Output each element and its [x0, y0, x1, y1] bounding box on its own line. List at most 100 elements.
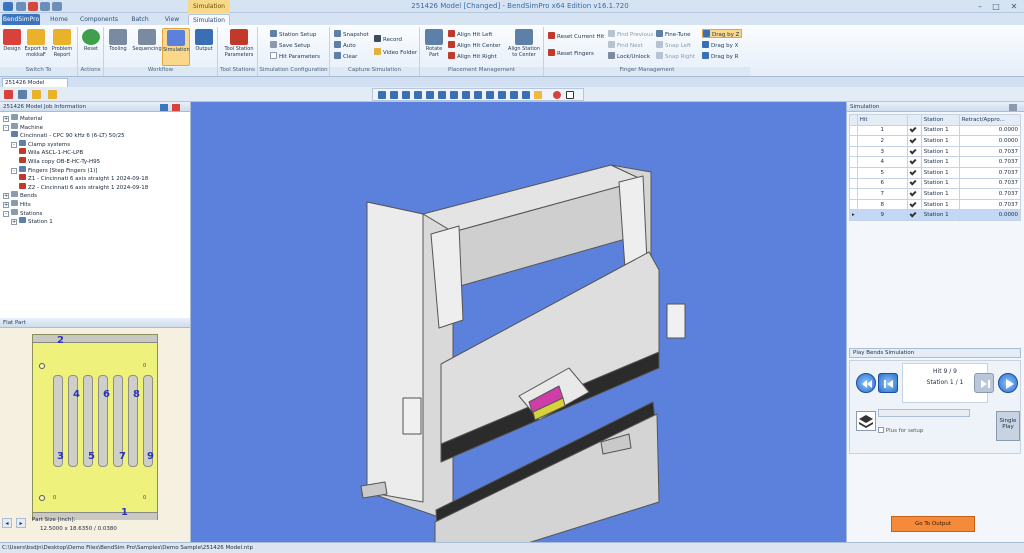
expand-toggle-icon[interactable]: - [3, 210, 9, 217]
zoom-in-icon[interactable] [486, 91, 494, 99]
drag-by-r-button[interactable]: Drag by R [702, 52, 738, 61]
settings-icon[interactable] [18, 90, 27, 99]
snapshot-button[interactable]: Snapshot [334, 30, 369, 39]
problem-report-button[interactable]: Problem Report [50, 28, 74, 66]
play-button[interactable] [998, 373, 1018, 393]
bend-label[interactable]: 8 [133, 389, 140, 400]
clear-button[interactable]: Clear [334, 52, 357, 61]
save-icon[interactable] [28, 2, 38, 11]
table-row[interactable]: 2 Station 1 0.0000 [849, 135, 1022, 147]
rotate-view-icon[interactable] [522, 91, 530, 99]
tab-home[interactable]: Home [44, 14, 74, 25]
record-dot-icon[interactable] [553, 91, 561, 99]
column-header-icon[interactable] [906, 114, 922, 126]
bend-label[interactable]: 3 [57, 451, 64, 462]
tool-station-parameters-button[interactable]: Tool Station Parameters [222, 28, 256, 66]
video-folder-button[interactable]: Video Folder [374, 48, 417, 57]
table-row[interactable]: 8 Station 1 0.7037 [849, 198, 1022, 211]
expand-toggle-icon[interactable]: + [3, 116, 9, 122]
panel-pin-icon[interactable] [1009, 104, 1017, 111]
output-button[interactable]: Output [192, 28, 216, 66]
tool-icon[interactable] [4, 90, 13, 99]
view-front-icon[interactable] [378, 91, 386, 99]
auto-button[interactable]: Auto [334, 41, 356, 50]
table-row[interactable]: 1 Station 1 0.0000 [849, 124, 1022, 137]
open-icon[interactable] [16, 2, 26, 11]
station-setup-button[interactable]: Station Setup [270, 30, 316, 39]
tab-components[interactable]: Components [76, 14, 122, 25]
snap-left-button[interactable]: Snap Left [656, 41, 691, 50]
single-play-button[interactable]: Single Play [996, 411, 1020, 441]
view-right-icon[interactable] [414, 91, 422, 99]
fine-tune-button[interactable]: Fine-Tune [656, 30, 691, 39]
lock-unlock-button[interactable]: Lock/Unlock [608, 52, 650, 61]
drag-by-z-button[interactable]: Drag by Z [702, 29, 743, 38]
print-icon[interactable] [40, 2, 50, 11]
close-icon[interactable]: ✕ [1008, 1, 1020, 12]
save-setup-button[interactable]: Save Setup [270, 41, 310, 50]
view-bottom-icon[interactable] [438, 91, 446, 99]
flat-part-drawing[interactable]: 0 0 0 2 4 6 8 3 5 7 9 1 [32, 334, 158, 520]
simulation-button[interactable]: Simulation [162, 28, 190, 66]
tree-node[interactable]: Z2 - Cincinnati 6 axis straight 1 2024-0… [19, 182, 148, 192]
bend-label[interactable]: 1 [121, 507, 128, 518]
hit-parameters-button[interactable]: Hit Parameters [270, 52, 320, 61]
export-button[interactable]: Export to mokkaF [24, 28, 48, 66]
maximize-icon[interactable]: □ [990, 1, 1002, 12]
panel-option-icon[interactable] [160, 104, 168, 111]
table-row[interactable]: 6 Station 1 0.7037 [849, 177, 1022, 190]
pan-icon[interactable] [510, 91, 518, 99]
expand-toggle-icon[interactable]: - [11, 141, 17, 148]
step-back-button[interactable] [878, 373, 898, 393]
tab-bendsimpro[interactable]: BendSimPro [2, 14, 40, 25]
previous-bend-button[interactable] [856, 373, 876, 393]
simulation-viewport[interactable] [191, 102, 846, 553]
design-button[interactable]: Design [0, 28, 24, 66]
column-header-hit[interactable]: Hit [856, 114, 908, 126]
snap-right-button[interactable]: Snap Right [656, 52, 695, 61]
drag-by-x-button[interactable]: Drag by X [702, 41, 738, 50]
expand-toggle-icon[interactable]: + [11, 219, 17, 226]
reset-fingers-button[interactable]: Reset Fingers [548, 49, 594, 58]
export-icon[interactable] [32, 90, 41, 99]
expand-toggle-icon[interactable]: - [11, 167, 17, 174]
column-header-station[interactable]: Station [920, 114, 960, 126]
table-row[interactable]: 4 Station 1 0.7037 [849, 156, 1022, 168]
column-header-retract[interactable]: Retract/Appro... [958, 114, 1022, 126]
sequencing-button[interactable]: Sequencing [132, 28, 162, 66]
panel-close-icon[interactable] [172, 104, 180, 111]
bend-label[interactable]: 7 [119, 451, 126, 462]
scroll-right-button[interactable]: ▸ [16, 518, 26, 528]
step-forward-button[interactable] [974, 373, 994, 393]
bend-label[interactable]: 2 [57, 335, 64, 346]
zoom-fit-icon[interactable] [474, 91, 482, 99]
record-button[interactable]: Record [374, 35, 402, 44]
table-row[interactable]: 3 Station 1 0.7037 [849, 145, 1022, 158]
scroll-left-button[interactable]: ◂ [2, 518, 12, 528]
tab-batch[interactable]: Batch [124, 14, 156, 25]
table-row[interactable]: 5 Station 1 0.7037 [849, 166, 1022, 179]
expand-toggle-icon[interactable]: + [3, 193, 9, 200]
rotate-part-button[interactable]: Rotate Part [422, 28, 446, 66]
align-hit-right-button[interactable]: Align Hit Right [448, 52, 497, 61]
view-back-icon[interactable] [390, 91, 398, 99]
table-row[interactable]: ▸ 9 Station 1 0.0000 [849, 209, 1022, 221]
table-row[interactable]: 7 Station 1 0.7037 [849, 188, 1022, 200]
go-to-output-button[interactable]: Go To Output [891, 516, 975, 532]
app-logo-icon[interactable] [3, 2, 13, 11]
minimize-icon[interactable]: – [974, 1, 986, 12]
tooling-button[interactable]: Tooling [106, 28, 130, 66]
layers-button[interactable] [856, 411, 876, 431]
view-iso-icon[interactable] [450, 91, 458, 99]
tree-node[interactable]: + Station 1 [11, 217, 53, 226]
undo-icon[interactable] [52, 2, 62, 11]
document-tab[interactable]: 251426 Model [Changed] [2, 78, 68, 94]
tab-view[interactable]: View [158, 14, 186, 25]
align-station-button[interactable]: Align Station to Center [506, 28, 542, 66]
highlight-icon[interactable] [534, 91, 542, 99]
bend-label[interactable]: 6 [103, 389, 110, 400]
bend-label[interactable]: 9 [147, 451, 154, 462]
pause-for-setup-checkbox[interactable]: Plus for setup [878, 427, 923, 434]
bend-label[interactable]: 4 [73, 389, 80, 400]
expand-toggle-icon[interactable]: - [3, 124, 9, 131]
